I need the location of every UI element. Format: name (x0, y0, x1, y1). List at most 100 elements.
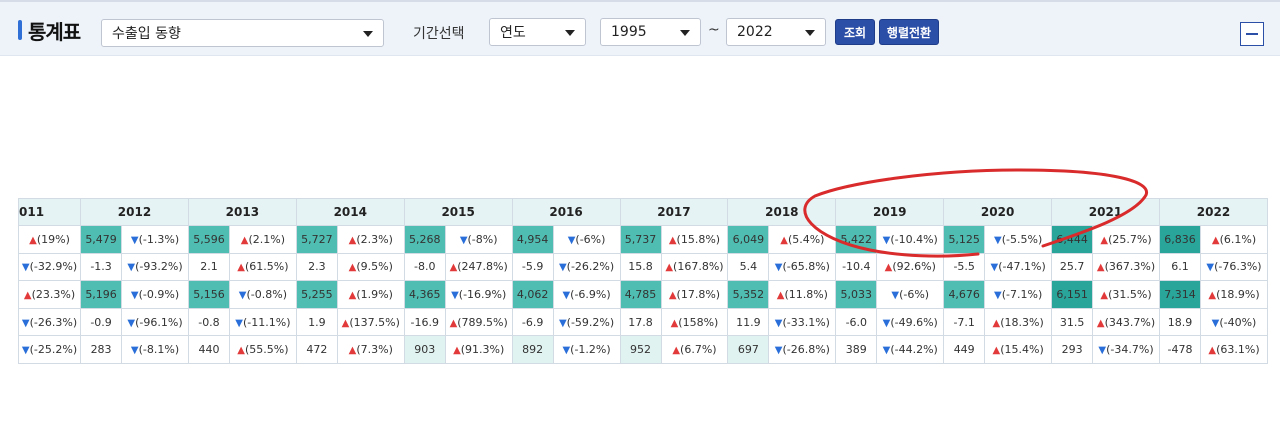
change-cell: ▲(247.8%) (444, 252, 513, 282)
triangle-down-icon: ▼ (994, 234, 1002, 246)
change-cell: ▼(-49.6%) (876, 307, 945, 337)
triangle-up-icon: ▲ (1211, 234, 1220, 246)
change-value: (18.3%) (1000, 315, 1044, 329)
table-row: ▼(-26.3%) -0.9 ▼(-96.1%) -0.8 ▼(-11.1%) 1.9 ▲(… (17, 307, 1269, 337)
change-value: (-26.2%) (566, 260, 615, 274)
to-year-select[interactable]: 2022 (726, 18, 826, 46)
unit-select-value: 연도 (500, 25, 526, 41)
change-value: (247.8%) (457, 260, 508, 274)
change-value: (5.4%) (787, 232, 825, 246)
change-cell: ▲(61.5%) (228, 252, 297, 282)
value-cell: 6.1 (1158, 252, 1201, 282)
change-cell: ▲(23.3%) (17, 280, 82, 309)
change-value: (55.5%) (244, 343, 289, 357)
change-cell: ▼(-6.9%) (552, 280, 621, 309)
change-value: (15.8%) (676, 232, 721, 246)
change-cell: ▼(-32.9%) (17, 252, 82, 282)
value-cell: 5,422 (835, 225, 878, 254)
triangle-up-icon: ▲ (453, 345, 461, 357)
change-value: (-25.2%) (29, 343, 78, 357)
from-year-value: 1995 (611, 24, 647, 40)
to-year-value: 2022 (737, 24, 773, 40)
change-cell: ▲(18.3%) (984, 307, 1053, 337)
change-value: (11.8%) (784, 287, 828, 301)
collapse-button[interactable] (1240, 22, 1264, 46)
chevron-down-icon (805, 30, 815, 36)
change-cell: ▲(6.7%) (660, 335, 729, 364)
value-cell: 4,062 (511, 280, 554, 309)
value-cell: 5,596 (187, 225, 230, 254)
change-value: (-7.1%) (1001, 287, 1043, 301)
triangle-down-icon: ▼ (1098, 345, 1107, 357)
change-cell: ▼(-0.8%) (228, 280, 297, 309)
change-value: (63.1%) (1216, 343, 1260, 357)
change-cell: ▼(-5.5%) (984, 225, 1053, 254)
triangle-down-icon: ▼ (21, 262, 30, 274)
change-value: (-6.9%) (570, 287, 611, 301)
triangle-up-icon: ▲ (672, 345, 681, 357)
triangle-down-icon: ▼ (130, 234, 139, 246)
statistics-table: 011 2012 2013 2014 2015 2016 2017 2018 2019 2020 2… (17, 198, 1269, 364)
change-cell: ▼(-25.2%) (17, 335, 82, 364)
table-row: ▲(23.3%) 5,196 ▼(-0.9%) 5,156 ▼(-0.8%) 5,255 ▲… (17, 280, 1269, 309)
change-value: (-76.3%) (1214, 260, 1262, 274)
value-cell: 293 (1051, 335, 1094, 364)
change-cell: ▼(-47.1%) (984, 252, 1053, 282)
page-title-wrap: 통계표 (18, 16, 81, 44)
change-value: (-8.1%) (138, 343, 180, 357)
from-year-select[interactable]: 1995 (600, 18, 701, 46)
change-value: (167.8%) (673, 260, 724, 274)
triangle-up-icon: ▲ (668, 234, 677, 246)
page-title: 통계표 (28, 19, 81, 44)
change-cell: ▲(17.8%) (660, 280, 729, 309)
change-value: (6.1%) (1219, 232, 1257, 246)
change-cell: ▲(31.5%) (1092, 280, 1160, 309)
change-value: (2.1%) (248, 232, 286, 246)
change-cell: ▼(-10.4%) (876, 225, 945, 254)
change-cell: ▲(137.5%) (336, 307, 405, 337)
change-cell: ▼(-8.1%) (121, 335, 189, 364)
change-cell: ▼(-59.2%) (552, 307, 621, 337)
year-header-2019: 2019 (835, 198, 945, 226)
transpose-button[interactable]: 행렬전환 (879, 19, 939, 45)
triangle-up-icon: ▲ (780, 234, 788, 246)
value-cell: 18.9 (1158, 307, 1201, 337)
change-value: (23.3%) (31, 287, 76, 301)
change-value: (343.7%) (1104, 315, 1156, 329)
unit-select[interactable]: 연도 (489, 18, 586, 46)
triangle-down-icon: ▼ (238, 289, 247, 301)
year-header-2017: 2017 (619, 198, 729, 226)
year-header-2012: 2012 (80, 198, 189, 226)
value-cell: 31.5 (1051, 307, 1094, 337)
triangle-up-icon: ▲ (1096, 262, 1105, 274)
change-value: (2.3%) (356, 232, 393, 246)
value-cell: 5,156 (187, 280, 230, 309)
toolbar: 통계표 수출입 동향 기간선택 연도 1995 ~ 2022 조회 행렬전환 (0, 0, 1280, 56)
triangle-up-icon: ▲ (23, 289, 32, 301)
chevron-down-icon (565, 30, 575, 36)
year-header-row: 011 2012 2013 2014 2015 2016 2017 2018 2019 2020 2… (17, 198, 1269, 226)
change-value: (91.3%) (460, 343, 505, 357)
category-select[interactable]: 수출입 동향 (101, 19, 384, 47)
table-row: ▼(-32.9%) -1.3 ▼(-93.2%) 2.1 ▲(61.5%) 2.3 ▲(9.… (17, 252, 1269, 282)
table-row: ▼(-25.2%) 283 ▼(-8.1%) 440 ▲(55.5%) 472 ▲(7.3%… (17, 335, 1269, 364)
change-value: (-32.9%) (29, 260, 78, 274)
period-label: 기간선택 (413, 26, 465, 42)
change-value: (-93.2%) (135, 260, 183, 274)
change-value: (-44.2%) (890, 343, 938, 357)
search-button[interactable]: 조회 (835, 19, 875, 45)
change-cell: ▲(15.4%) (984, 335, 1053, 364)
change-value: (-34.7%) (1106, 343, 1154, 357)
change-value: (61.5%) (244, 260, 289, 274)
chevron-down-icon (680, 30, 690, 36)
change-cell: ▲(2.3%) (336, 225, 405, 254)
change-value: (1.9%) (356, 287, 393, 301)
value-cell: 17.8 (619, 307, 662, 337)
value-cell: 7,314 (1158, 280, 1201, 309)
change-cell: ▲(11.8%) (768, 280, 837, 309)
change-cell: ▼(-7.1%) (984, 280, 1053, 309)
value-cell: 5.4 (727, 252, 770, 282)
year-header-2020: 2020 (943, 198, 1053, 226)
value-cell: -7.1 (943, 307, 986, 337)
change-cell: ▼(-11.1%) (228, 307, 297, 337)
